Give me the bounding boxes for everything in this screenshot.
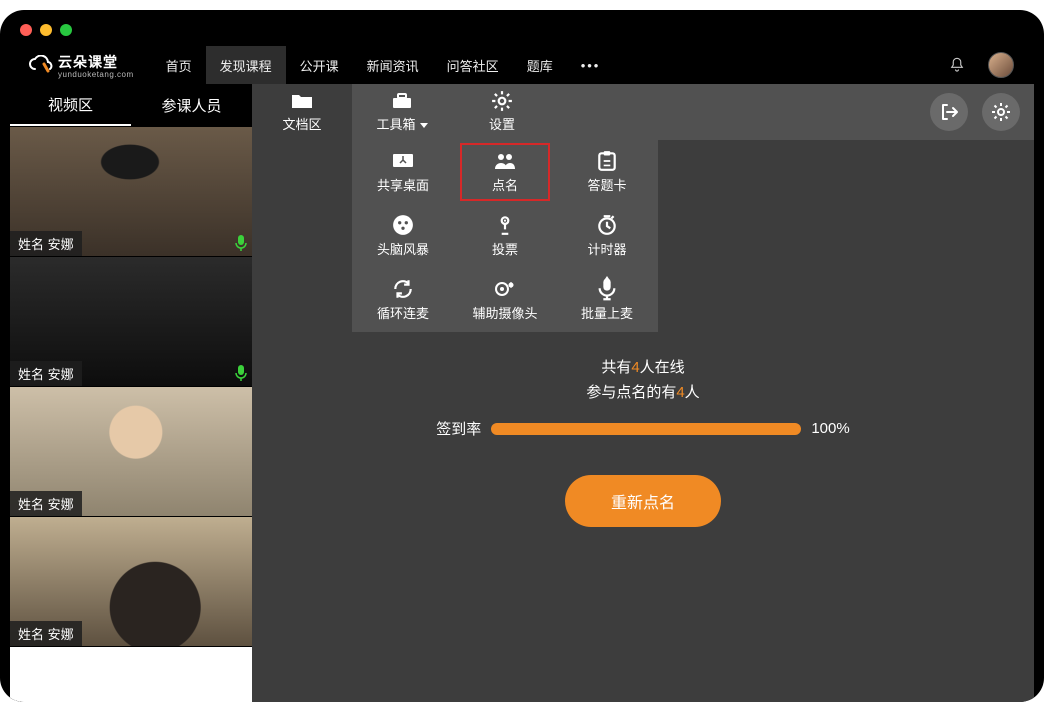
tool-answer-card[interactable]: 答题卡 (556, 140, 658, 204)
tool-batch-mic[interactable]: 批量上麦 (556, 268, 658, 332)
tool-label: 共享桌面 (377, 175, 429, 194)
settings-tab[interactable]: 设置 (452, 84, 552, 140)
mic-icon (234, 364, 248, 382)
tool-label: 答题卡 (587, 175, 626, 194)
nav-discover[interactable]: 发现课程 (206, 46, 286, 84)
settings-button[interactable] (982, 93, 1020, 131)
cloud-logo-icon (28, 55, 54, 75)
nav-news[interactable]: 新闻资讯 (353, 46, 433, 84)
tool-share-screen[interactable]: 共享桌面 (352, 140, 454, 204)
app-body: 视频区 参课人员 姓名 安娜 姓名 安娜 姓名 安娜 (10, 84, 1034, 702)
docs-label: 文档区 (282, 114, 321, 133)
tool-timer[interactable]: 计时器 (556, 204, 658, 268)
close-window-icon[interactable] (20, 24, 32, 36)
tool-label: 批量上麦 (581, 303, 633, 322)
participant-name: 姓名 安娜 (10, 361, 82, 386)
rollcall-again-button[interactable]: 重新点名 (565, 475, 721, 527)
nav-public[interactable]: 公开课 (286, 46, 353, 84)
vote-icon (494, 215, 516, 235)
exit-button[interactable] (930, 93, 968, 131)
top-nav: 云朵课堂 yunduoketang.com 首页 发现课程 公开课 新闻资讯 问… (10, 46, 1034, 84)
toolbox-icon (391, 92, 413, 110)
folder-icon (291, 92, 313, 110)
tool-vote[interactable]: 投票 (454, 204, 556, 268)
nav-bank[interactable]: 题库 (513, 46, 567, 84)
docs-tab[interactable]: 文档区 (252, 84, 352, 140)
nav-more[interactable]: ••• (567, 46, 615, 84)
tool-cycle-mic[interactable]: 循环连麦 (352, 268, 454, 332)
left-panel: 视频区 参课人员 姓名 安娜 姓名 安娜 姓名 安娜 (10, 84, 252, 702)
video-tile[interactable]: 姓名 安娜 (10, 516, 252, 646)
rollcall-icon (494, 151, 516, 171)
tool-label: 投票 (492, 239, 518, 258)
nav-home[interactable]: 首页 (152, 46, 206, 84)
video-tile[interactable]: 姓名 安娜 (10, 256, 252, 386)
chevron-down-icon (420, 123, 428, 128)
participant-name: 姓名 安娜 (10, 491, 82, 516)
toolbox-dropdown: 共享桌面 点名 答题卡 头脑风暴 投票 (352, 140, 658, 332)
brand-logo[interactable]: 云朵课堂 yunduoketang.com (10, 52, 152, 79)
tool-label: 循环连麦 (377, 303, 429, 322)
bell-icon[interactable] (948, 56, 966, 74)
tab-people[interactable]: 参课人员 (131, 84, 252, 126)
cycle-mic-icon (392, 279, 414, 299)
progress-bar (491, 423, 801, 435)
progress-label: 签到率 (436, 418, 481, 439)
batch-mic-icon (596, 279, 618, 299)
tool-label: 计时器 (587, 239, 626, 258)
video-tile[interactable]: 姓名 安娜 (10, 126, 252, 256)
video-tile[interactable] (10, 646, 252, 702)
share-screen-icon (392, 151, 414, 171)
aux-camera-icon (494, 279, 516, 299)
maximize-window-icon[interactable] (60, 24, 72, 36)
user-avatar[interactable] (988, 52, 1014, 78)
gear-icon (491, 92, 513, 110)
mic-icon (234, 234, 248, 252)
brand-sub: yunduoketang.com (58, 70, 134, 79)
video-tile[interactable]: 姓名 安娜 (10, 386, 252, 516)
app-window: 云朵课堂 yunduoketang.com 首页 发现课程 公开课 新闻资讯 问… (0, 10, 1044, 702)
tool-label: 点名 (492, 175, 518, 194)
exit-icon (939, 102, 959, 122)
settings-label: 设置 (489, 114, 515, 133)
rollcall-panel: 共有4人在线 参与点名的有4人 签到率 100% 重新点名 (252, 354, 1034, 527)
brainstorm-icon (392, 215, 414, 235)
gear-icon (991, 102, 1011, 122)
minimize-window-icon[interactable] (40, 24, 52, 36)
timer-icon (596, 215, 618, 235)
rollcall-online: 共有4人在线 (601, 356, 684, 377)
toolbox-label: 工具箱 (376, 114, 427, 133)
tool-label: 头脑风暴 (377, 239, 429, 258)
answer-card-icon (596, 151, 618, 171)
left-tabs: 视频区 参课人员 (10, 84, 252, 126)
top-nav-right (948, 52, 1034, 78)
main-panel: 文档区 工具箱 设置 (252, 84, 1034, 702)
toolbox-tab[interactable]: 工具箱 (352, 84, 452, 140)
video-list: 姓名 安娜 姓名 安娜 姓名 安娜 姓名 安娜 (10, 126, 252, 702)
participant-name: 姓名 安娜 (10, 231, 82, 256)
nav-qa[interactable]: 问答社区 (433, 46, 513, 84)
tool-rollcall[interactable]: 点名 (454, 140, 556, 204)
window-controls (10, 20, 1034, 46)
rollcall-participated: 参与点名的有4人 (586, 381, 699, 402)
progress-row: 签到率 100% (436, 418, 849, 439)
brand-name: 云朵课堂 (58, 54, 118, 70)
tab-video[interactable]: 视频区 (10, 84, 131, 126)
tool-label: 辅助摄像头 (472, 303, 537, 322)
participant-name: 姓名 安娜 (10, 621, 82, 646)
progress-percent: 100% (811, 420, 849, 437)
main-topbar: 文档区 工具箱 设置 (252, 84, 1034, 140)
tool-aux-camera[interactable]: 辅助摄像头 (454, 268, 556, 332)
nav-items: 首页 发现课程 公开课 新闻资讯 问答社区 题库 ••• (152, 46, 615, 84)
tool-brainstorm[interactable]: 头脑风暴 (352, 204, 454, 268)
